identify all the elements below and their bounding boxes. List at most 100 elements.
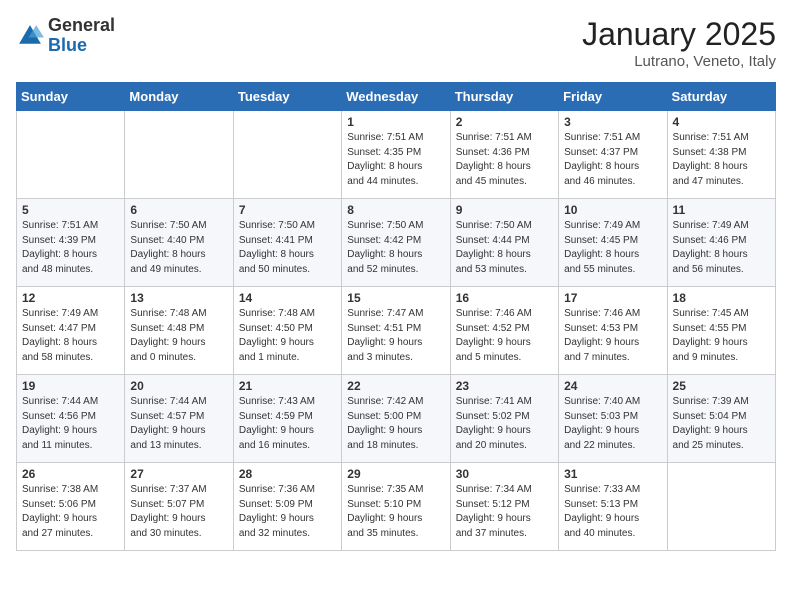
day-info: Sunrise: 7:51 AM Sunset: 4:38 PM Dayligh… [673, 131, 770, 189]
calendar-cell: 30Sunrise: 7:34 AM Sunset: 5:12 PM Dayli… [450, 463, 558, 551]
day-info: Sunrise: 7:43 AM Sunset: 4:59 PM Dayligh… [239, 395, 336, 453]
day-info: Sunrise: 7:50 AM Sunset: 4:42 PM Dayligh… [347, 219, 444, 277]
calendar-cell: 5 Sunrise: 7:51 AM Sunset: 4:39 PM Daylig… [17, 199, 125, 287]
day-number: 21 [239, 379, 336, 393]
day-number: 3 [564, 115, 661, 129]
calendar-cell [233, 111, 341, 199]
day-info: Sunrise: 7:49 AM Sunset: 4:47 PM Dayligh… [22, 307, 119, 365]
day-info: Sunrise: 7:48 AM Sunset: 4:50 PM Dayligh… [239, 307, 336, 365]
month-title: January 2025 [582, 16, 776, 53]
calendar-cell: 19 Sunrise: 7:44 AM Sunset: 4:56 PM Dayli… [17, 375, 125, 463]
logo: General Blue [16, 16, 115, 56]
day-info: Sunrise: 7:50 AM Sunset: 4:44 PM Dayligh… [456, 219, 553, 277]
day-info: Sunrise: 7:46 AM Sunset: 4:53 PM Dayligh… [564, 307, 661, 365]
day-info: Sunrise: 7:44 AM Sunset: 4:57 PM Dayligh… [130, 395, 227, 453]
day-number: 11 [673, 203, 770, 217]
weekday-header-sunday: Sunday [17, 83, 125, 111]
day-info: Sunrise: 7:49 AM Sunset: 4:46 PM Dayligh… [673, 219, 770, 277]
weekday-header-saturday: Saturday [667, 83, 775, 111]
calendar-cell: 21 Sunrise: 7:43 AM Sunset: 4:59 PM Dayli… [233, 375, 341, 463]
day-number: 24 [564, 379, 661, 393]
day-number: 26 [22, 467, 119, 481]
weekday-header-monday: Monday [125, 83, 233, 111]
day-number: 5 [22, 203, 119, 217]
calendar-cell: 13Sunrise: 7:48 AM Sunset: 4:48 PM Dayli… [125, 287, 233, 375]
day-info: Sunrise: 7:40 AM Sunset: 5:03 PM Dayligh… [564, 395, 661, 453]
week-row-3: 12 Sunrise: 7:49 AM Sunset: 4:47 PM Dayli… [17, 287, 776, 375]
calendar-cell: 24 Sunrise: 7:40 AM Sunset: 5:03 PM Dayli… [559, 375, 667, 463]
day-info: Sunrise: 7:42 AM Sunset: 5:00 PM Dayligh… [347, 395, 444, 453]
day-number: 8 [347, 203, 444, 217]
page-header: General Blue January 2025 Lutrano, Venet… [16, 16, 776, 70]
day-info: Sunrise: 7:48 AM Sunset: 4:48 PM Dayligh… [130, 307, 227, 365]
day-info: Sunrise: 7:49 AM Sunset: 4:45 PM Dayligh… [564, 219, 661, 277]
day-number: 18 [673, 291, 770, 305]
day-info: Sunrise: 7:50 AM Sunset: 4:41 PM Dayligh… [239, 219, 336, 277]
day-number: 31 [564, 467, 661, 481]
calendar-cell: 7 Sunrise: 7:50 AM Sunset: 4:41 PM Daylig… [233, 199, 341, 287]
calendar-cell: 4 Sunrise: 7:51 AM Sunset: 4:38 PM Daylig… [667, 111, 775, 199]
day-number: 6 [130, 203, 227, 217]
calendar-cell: 9 Sunrise: 7:50 AM Sunset: 4:44 PM Daylig… [450, 199, 558, 287]
day-number: 14 [239, 291, 336, 305]
day-number: 19 [22, 379, 119, 393]
calendar-table: SundayMondayTuesdayWednesdayThursdayFrid… [16, 82, 776, 551]
day-info: Sunrise: 7:33 AM Sunset: 5:13 PM Dayligh… [564, 483, 661, 541]
day-info: Sunrise: 7:50 AM Sunset: 4:40 PM Dayligh… [130, 219, 227, 277]
day-info: Sunrise: 7:47 AM Sunset: 4:51 PM Dayligh… [347, 307, 444, 365]
weekday-header-friday: Friday [559, 83, 667, 111]
day-info: Sunrise: 7:45 AM Sunset: 4:55 PM Dayligh… [673, 307, 770, 365]
day-info: Sunrise: 7:39 AM Sunset: 5:04 PM Dayligh… [673, 395, 770, 453]
calendar-cell: 8 Sunrise: 7:50 AM Sunset: 4:42 PM Daylig… [342, 199, 450, 287]
day-number: 7 [239, 203, 336, 217]
logo-general: General [48, 15, 115, 35]
calendar-cell [667, 463, 775, 551]
day-number: 10 [564, 203, 661, 217]
week-row-5: 26 Sunrise: 7:38 AM Sunset: 5:06 PM Dayli… [17, 463, 776, 551]
logo-text: General Blue [48, 16, 115, 56]
day-number: 1 [347, 115, 444, 129]
calendar-cell: 10 Sunrise: 7:49 AM Sunset: 4:45 PM Dayli… [559, 199, 667, 287]
day-number: 9 [456, 203, 553, 217]
calendar-cell: 6 Sunrise: 7:50 AM Sunset: 4:40 PM Daylig… [125, 199, 233, 287]
day-number: 12 [22, 291, 119, 305]
day-info: Sunrise: 7:38 AM Sunset: 5:06 PM Dayligh… [22, 483, 119, 541]
calendar-cell: 29 Sunrise: 7:35 AM Sunset: 5:10 PM Dayli… [342, 463, 450, 551]
day-info: Sunrise: 7:51 AM Sunset: 4:36 PM Dayligh… [456, 131, 553, 189]
weekday-header-wednesday: Wednesday [342, 83, 450, 111]
weekday-header-tuesday: Tuesday [233, 83, 341, 111]
day-info: Sunrise: 7:35 AM Sunset: 5:10 PM Dayligh… [347, 483, 444, 541]
day-info: Sunrise: 7:44 AM Sunset: 4:56 PM Dayligh… [22, 395, 119, 453]
day-info: Sunrise: 7:37 AM Sunset: 5:07 PM Dayligh… [130, 483, 227, 541]
calendar-cell: 2 Sunrise: 7:51 AM Sunset: 4:36 PM Daylig… [450, 111, 558, 199]
day-number: 30 [456, 467, 553, 481]
day-info: Sunrise: 7:46 AM Sunset: 4:52 PM Dayligh… [456, 307, 553, 365]
calendar-cell: 11 Sunrise: 7:49 AM Sunset: 4:46 PM Dayli… [667, 199, 775, 287]
calendar-cell: 3Sunrise: 7:51 AM Sunset: 4:37 PM Daylig… [559, 111, 667, 199]
calendar-cell: 12 Sunrise: 7:49 AM Sunset: 4:47 PM Dayli… [17, 287, 125, 375]
day-number: 27 [130, 467, 227, 481]
day-info: Sunrise: 7:51 AM Sunset: 4:35 PM Dayligh… [347, 131, 444, 189]
day-info: Sunrise: 7:51 AM Sunset: 4:39 PM Dayligh… [22, 219, 119, 277]
day-number: 15 [347, 291, 444, 305]
calendar-cell: 18 Sunrise: 7:45 AM Sunset: 4:55 PM Dayli… [667, 287, 775, 375]
day-number: 22 [347, 379, 444, 393]
calendar-cell: 14 Sunrise: 7:48 AM Sunset: 4:50 PM Dayli… [233, 287, 341, 375]
calendar-cell: 1 Sunrise: 7:51 AM Sunset: 4:35 PM Daylig… [342, 111, 450, 199]
day-number: 25 [673, 379, 770, 393]
location: Lutrano, Veneto, Italy [582, 53, 776, 70]
calendar-cell: 22 Sunrise: 7:42 AM Sunset: 5:00 PM Dayli… [342, 375, 450, 463]
calendar-cell: 20 Sunrise: 7:44 AM Sunset: 4:57 PM Dayli… [125, 375, 233, 463]
day-number: 20 [130, 379, 227, 393]
logo-icon [16, 22, 44, 50]
calendar-cell: 26 Sunrise: 7:38 AM Sunset: 5:06 PM Dayli… [17, 463, 125, 551]
calendar-cell: 25 Sunrise: 7:39 AM Sunset: 5:04 PM Dayli… [667, 375, 775, 463]
calendar-cell: 15 Sunrise: 7:47 AM Sunset: 4:51 PM Dayli… [342, 287, 450, 375]
day-number: 2 [456, 115, 553, 129]
calendar-cell [125, 111, 233, 199]
day-number: 4 [673, 115, 770, 129]
calendar-cell: 16Sunrise: 7:46 AM Sunset: 4:52 PM Dayli… [450, 287, 558, 375]
day-number: 28 [239, 467, 336, 481]
week-row-1: 1 Sunrise: 7:51 AM Sunset: 4:35 PM Daylig… [17, 111, 776, 199]
day-number: 29 [347, 467, 444, 481]
